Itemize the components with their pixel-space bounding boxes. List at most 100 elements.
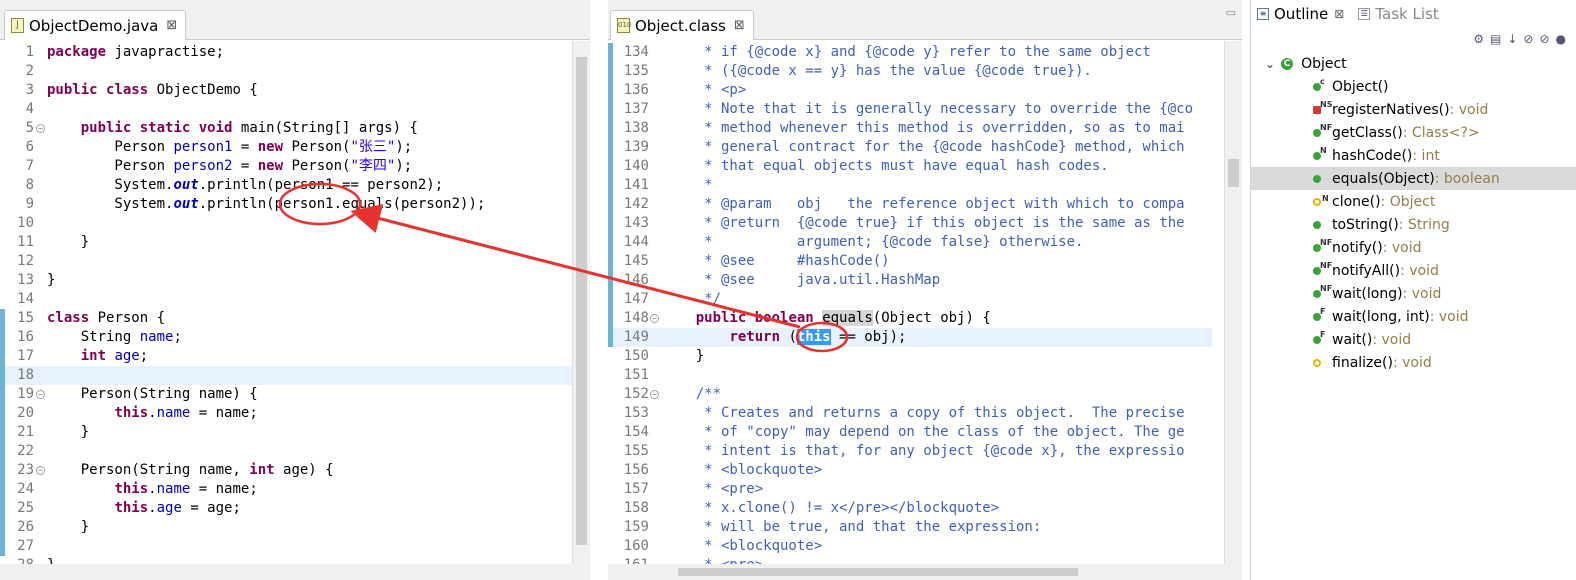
close-icon[interactable]: ⊠ bbox=[734, 18, 745, 33]
code-line[interactable]: 26 } bbox=[0, 518, 572, 537]
collapse-all-icon[interactable]: ▤ bbox=[1490, 32, 1501, 46]
code-line[interactable]: 154 * of "copy" may depend on the class … bbox=[608, 423, 1212, 442]
code-line[interactable]: 18 bbox=[0, 366, 572, 385]
code-line[interactable]: 10 bbox=[0, 214, 572, 233]
code-editor[interactable]: 134 * if {@code x} and {@code y} refer t… bbox=[608, 41, 1212, 573]
code-line[interactable]: 25 this.age = age; bbox=[0, 499, 572, 518]
outline-item[interactable]: NF wait(long) : void bbox=[1251, 282, 1576, 305]
fold-toggle-icon[interactable]: − bbox=[36, 124, 45, 133]
code-line[interactable]: 15 class Person { bbox=[0, 309, 572, 328]
scroll-thumb[interactable] bbox=[576, 57, 587, 545]
code-line[interactable]: 17 int age; bbox=[0, 347, 572, 366]
code-line[interactable]: 134 * if {@code x} and {@code y} refer t… bbox=[608, 43, 1212, 62]
code-line[interactable]: 140 * that equal objects must have equal… bbox=[608, 157, 1212, 176]
code-line[interactable]: 137 * Note that it is generally necessar… bbox=[608, 100, 1212, 119]
code-line[interactable]: 144 * argument; {@code false} otherwise. bbox=[608, 233, 1212, 252]
code-line[interactable]: 138 * method whenever this method is ove… bbox=[608, 119, 1212, 138]
code-line[interactable]: 6 Person person1 = new Person("张三"); bbox=[0, 138, 572, 157]
vertical-scrollbar[interactable] bbox=[572, 41, 590, 564]
vertical-scrollbar[interactable] bbox=[1224, 41, 1242, 564]
code-line[interactable]: 12 bbox=[0, 252, 572, 271]
hide-static-icon[interactable]: ⊘ bbox=[1523, 32, 1533, 46]
code-line[interactable]: 3 public class ObjectDemo { bbox=[0, 81, 572, 100]
outline-item[interactable]: NF getClass() : Class<?> bbox=[1251, 121, 1576, 144]
code-line[interactable]: 150 } bbox=[608, 347, 1212, 366]
code-line[interactable]: 5− public static void main(String[] args… bbox=[0, 119, 572, 138]
code-line[interactable]: 152− /** bbox=[608, 385, 1212, 404]
outline-item[interactable]: finalize() : void bbox=[1251, 351, 1576, 374]
code-editor[interactable]: 1 package javapractise; 2 3 public class Obj… bbox=[0, 41, 572, 573]
minimize-icon[interactable]: ▭ bbox=[1226, 6, 1236, 19]
code-line[interactable]: 21 } bbox=[0, 423, 572, 442]
horizontal-scrollbar[interactable] bbox=[0, 564, 590, 580]
code-line[interactable]: 146 * @see java.util.HashMap bbox=[608, 271, 1212, 290]
fold-toggle-icon[interactable]: − bbox=[36, 466, 45, 475]
code-line[interactable]: 153 * Creates and returns a copy of this… bbox=[608, 404, 1212, 423]
outline-item[interactable]: Nclone() : Object bbox=[1251, 190, 1576, 213]
code-line[interactable]: 159 * will be true, and that the express… bbox=[608, 518, 1212, 537]
code-line[interactable]: 147 */ bbox=[608, 290, 1212, 309]
fold-toggle-icon[interactable]: − bbox=[650, 390, 659, 399]
code-line[interactable]: 4 bbox=[0, 100, 572, 119]
code-line[interactable]: 160 * <blockquote> bbox=[608, 537, 1212, 556]
code-line[interactable]: 135 * ({@code x == y} has the value {@co… bbox=[608, 62, 1212, 81]
code-line[interactable]: 136 * <p> bbox=[608, 81, 1212, 100]
code-line[interactable]: 13} bbox=[0, 271, 572, 290]
code-line[interactable]: 7 Person person2 = new Person("李四"); bbox=[0, 157, 572, 176]
code-line[interactable]: 22 bbox=[0, 442, 572, 461]
fold-toggle-icon[interactable]: − bbox=[36, 390, 45, 399]
hide-fields-icon[interactable]: ⚙ bbox=[1473, 32, 1484, 46]
outline-item[interactable]: NS registerNatives() : void bbox=[1251, 98, 1576, 121]
code-line[interactable]: 143 * @return {@code true} if this objec… bbox=[608, 214, 1212, 233]
outline-item[interactable]: c Object() bbox=[1251, 75, 1576, 98]
code-line[interactable]: 8 System.out.println(person1 == person2)… bbox=[0, 176, 572, 195]
code-line[interactable]: 23− Person(String name, int age) { bbox=[0, 461, 572, 480]
method-icon: F bbox=[1313, 307, 1325, 321]
code-line[interactable]: 16 String name; bbox=[0, 328, 572, 347]
code-line[interactable]: 142 * @param obj the reference object wi… bbox=[608, 195, 1212, 214]
code-line[interactable]: 19− Person(String name) { bbox=[0, 385, 572, 404]
scroll-thumb[interactable] bbox=[1228, 159, 1239, 187]
code-line[interactable]: 20 this.name = name; bbox=[0, 404, 572, 423]
code-line[interactable]: 11 } bbox=[0, 233, 572, 252]
tab-outline[interactable]: ≡ Outline ⊠ bbox=[1257, 5, 1344, 23]
hide-nonpublic-icon[interactable]: ⊘ bbox=[1539, 32, 1549, 46]
outline-item[interactable]: toString() : String bbox=[1251, 213, 1576, 236]
outline-item[interactable]: Fwait(long, int) : void bbox=[1251, 305, 1576, 328]
tab-task-list[interactable]: ☰ Task List bbox=[1358, 5, 1439, 23]
view-menu-icon[interactable]: ● bbox=[1556, 32, 1566, 46]
close-icon[interactable]: ⊠ bbox=[166, 18, 177, 33]
code-line[interactable]: 149 return (this == obj); bbox=[608, 328, 1212, 347]
code-line[interactable]: 148− public boolean equals(Object obj) { bbox=[608, 309, 1212, 328]
code-line[interactable]: 2 bbox=[0, 62, 572, 81]
code-line[interactable]: 14 bbox=[0, 290, 572, 309]
tab-title: Outline bbox=[1274, 5, 1329, 23]
tab-objectdemo-java[interactable]: J ObjectDemo.java ⊠ bbox=[4, 10, 187, 40]
code-line[interactable]: 27 bbox=[0, 537, 572, 556]
horizontal-scrollbar[interactable] bbox=[608, 564, 1242, 580]
code-line[interactable]: 9 System.out.println(person1.equals(pers… bbox=[0, 195, 572, 214]
outline-item[interactable]: NhashCode() : int bbox=[1251, 144, 1576, 167]
outline-root-object[interactable]: ⌄ C Object bbox=[1251, 52, 1576, 75]
code-line[interactable]: 24 this.name = name; bbox=[0, 480, 572, 499]
outline-item[interactable]: Fwait() : void bbox=[1251, 328, 1576, 351]
code-line[interactable]: 141 * bbox=[608, 176, 1212, 195]
chevron-down-icon[interactable]: ⌄ bbox=[1265, 57, 1275, 71]
code-line[interactable]: 145 * @see #hashCode() bbox=[608, 252, 1212, 271]
code-token: int bbox=[249, 462, 275, 478]
close-icon[interactable]: ⊠ bbox=[1334, 7, 1344, 21]
outline-item[interactable]: NF notifyAll() : void bbox=[1251, 259, 1576, 282]
code-line[interactable]: 155 * intent is that, for any object {@c… bbox=[608, 442, 1212, 461]
code-line[interactable]: 157 * <pre> bbox=[608, 480, 1212, 499]
code-line[interactable]: 1 package javapractise; bbox=[0, 43, 572, 62]
code-line[interactable]: 158 * x.clone() != x</pre></blockquote> bbox=[608, 499, 1212, 518]
fold-toggle-icon[interactable]: − bbox=[650, 314, 659, 323]
hscroll-thumb[interactable] bbox=[678, 568, 1078, 576]
code-line[interactable]: 151 bbox=[608, 366, 1212, 385]
code-line[interactable]: 156 * <blockquote> bbox=[608, 461, 1212, 480]
code-line[interactable]: 139 * general contract for the {@code ha… bbox=[608, 138, 1212, 157]
outline-item[interactable]: NF notify() : void bbox=[1251, 236, 1576, 259]
outline-item[interactable]: equals(Object) : boolean bbox=[1251, 167, 1576, 190]
tab-object-class[interactable]: 010 Object.class ⊠ bbox=[610, 10, 754, 40]
sort-icon[interactable]: ↓ bbox=[1507, 32, 1517, 46]
